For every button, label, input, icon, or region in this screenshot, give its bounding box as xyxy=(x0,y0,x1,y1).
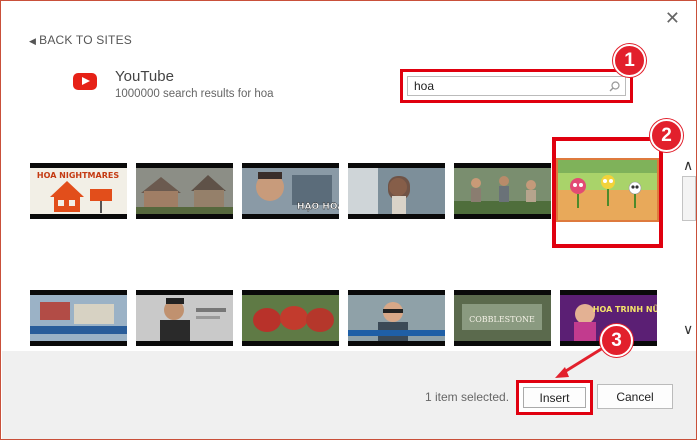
insert-button[interactable]: Insert xyxy=(523,387,586,408)
back-to-sites-link[interactable]: ◀ BACK TO SITES xyxy=(29,33,132,47)
step-1-badge: 1 xyxy=(613,44,646,77)
search-input[interactable] xyxy=(407,76,626,96)
video-thumbnail[interactable] xyxy=(242,290,339,346)
search-results-count: 1000000 search results for hoa xyxy=(115,88,274,100)
site-name: YouTube xyxy=(115,68,174,85)
video-thumbnail-selected[interactable] xyxy=(556,158,659,222)
step-3-badge: 3 xyxy=(600,324,633,357)
video-thumbnail[interactable]: COBBLESTONE xyxy=(454,290,551,346)
step-2-badge: 2 xyxy=(650,119,683,152)
scroll-down-arrow-icon[interactable]: ∨ xyxy=(683,321,693,338)
youtube-logo-icon xyxy=(73,73,97,90)
search-icon[interactable] xyxy=(609,81,620,92)
thumbnail-caption: HOA TRINH NỮ xyxy=(593,303,657,314)
insert-video-dialog: ✕ ◀ BACK TO SITES YouTube 1000000 search … xyxy=(0,0,697,440)
video-thumbnail[interactable]: HẠO HOA xyxy=(242,163,339,219)
video-thumbnail[interactable] xyxy=(348,290,445,346)
scroll-up-arrow-icon[interactable]: ∧ xyxy=(683,157,693,174)
scrollbar-thumb[interactable] xyxy=(682,176,696,221)
thumbnail-caption: COBBLESTONE xyxy=(469,315,535,324)
insert-highlight-box: Insert xyxy=(516,380,593,415)
cancel-button[interactable]: Cancel xyxy=(597,384,673,409)
thumbnail-caption: HẠO HOA xyxy=(297,202,339,212)
search-highlight-box xyxy=(400,69,633,103)
video-thumbnail[interactable] xyxy=(454,163,551,219)
selection-status: 1 item selected. xyxy=(425,390,510,404)
video-thumbnail[interactable] xyxy=(136,163,233,219)
chevron-left-icon: ◀ xyxy=(29,36,37,46)
video-thumbnail[interactable] xyxy=(30,290,127,346)
thumbnail-caption: HOA NIGHTMARES xyxy=(37,171,119,180)
back-to-sites-label: BACK TO SITES xyxy=(39,33,132,47)
video-thumbnail[interactable] xyxy=(136,290,233,346)
close-icon[interactable]: ✕ xyxy=(665,9,680,27)
video-thumbnail[interactable]: HOA NIGHTMARES xyxy=(30,163,127,219)
